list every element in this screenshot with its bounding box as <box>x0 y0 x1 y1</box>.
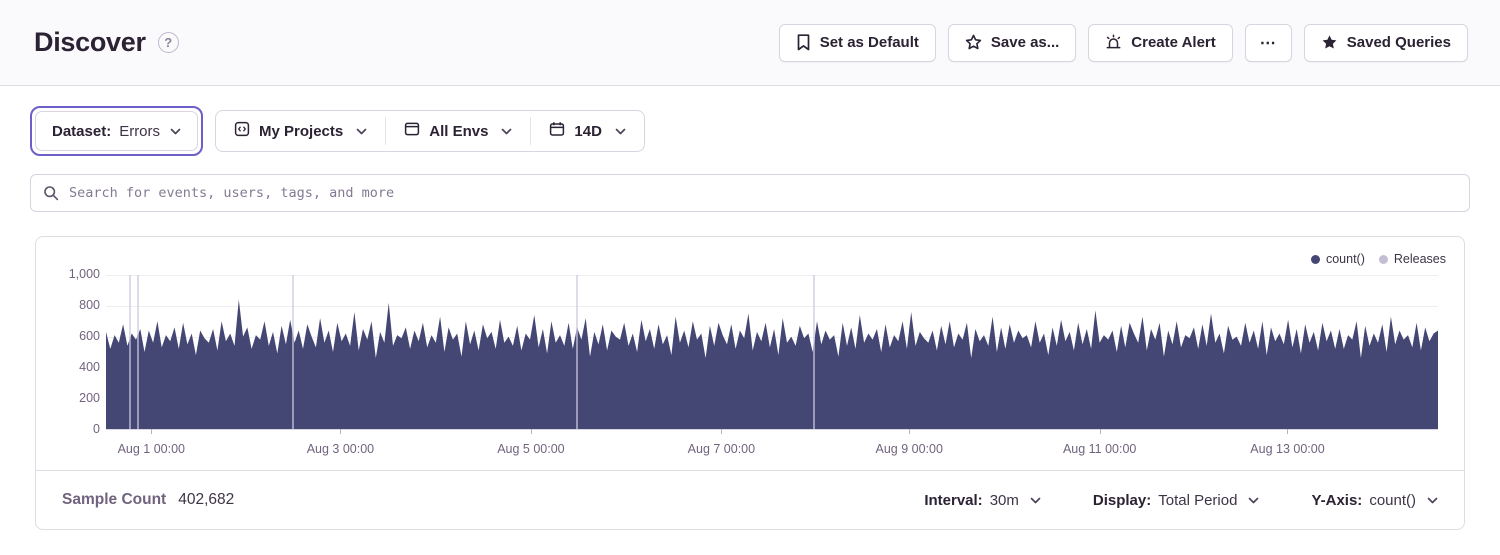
x-axis-tick <box>340 429 341 434</box>
legend-item-count[interactable]: count() <box>1311 252 1365 266</box>
project-filter-dropdown[interactable]: My Projects <box>216 111 385 151</box>
saved-queries-button[interactable]: Saved Queries <box>1304 24 1468 62</box>
search-icon <box>43 185 59 201</box>
release-marker-line[interactable] <box>137 275 139 429</box>
chart-legend: count() Releases <box>1311 252 1446 266</box>
set-as-default-button[interactable]: Set as Default <box>779 24 936 62</box>
x-tick-label: Aug 11 00:00 <box>1063 442 1136 456</box>
chevron-down-icon <box>1248 497 1259 504</box>
x-axis-tick <box>909 429 910 434</box>
chevron-down-icon <box>501 128 512 135</box>
header-toolbar: Set as Default Save as... Create Alert ⋯… <box>779 24 1468 62</box>
area-chart[interactable] <box>106 275 1438 430</box>
y-tick-label: 600 <box>36 329 100 343</box>
release-marker-line[interactable] <box>129 275 131 429</box>
x-tick-label: Aug 5 00:00 <box>497 442 564 456</box>
chart-footer: Sample Count 402,682 Interval: 30m Displ… <box>36 470 1464 529</box>
legend-item-releases[interactable]: Releases <box>1379 252 1446 266</box>
window-icon <box>404 121 420 141</box>
x-axis-labels: Aug 1 00:00 Aug 3 00:00 Aug 5 00:00 Aug 7 0… <box>106 442 1438 462</box>
y-axis-labels: 02004006008001,000 <box>36 275 100 430</box>
x-tick-label: Aug 1 00:00 <box>118 442 185 456</box>
x-tick-label: Aug 13 00:00 <box>1250 442 1324 456</box>
dataset-dropdown[interactable]: Dataset: Errors <box>35 111 198 151</box>
release-marker-line[interactable] <box>813 275 815 429</box>
chevron-down-icon <box>170 128 181 135</box>
chevron-down-icon <box>1427 497 1438 504</box>
create-alert-button[interactable]: Create Alert <box>1088 24 1232 62</box>
x-axis-tick <box>151 429 152 434</box>
save-as-button[interactable]: Save as... <box>948 24 1076 62</box>
x-axis-tick <box>531 429 532 434</box>
ellipsis-icon: ⋯ <box>1260 33 1277 53</box>
y-tick-label: 1,000 <box>36 267 100 281</box>
display-dropdown[interactable]: Display: Total Period <box>1093 492 1260 509</box>
y-tick-label: 200 <box>36 391 100 405</box>
x-axis-tick <box>1100 429 1101 434</box>
search-input[interactable] <box>69 185 1457 201</box>
x-tick-label: Aug 3 00:00 <box>307 442 374 456</box>
page-header: Discover ? Set as Default Save as... Cre… <box>0 0 1500 86</box>
interval-dropdown[interactable]: Interval: 30m <box>924 492 1041 509</box>
filter-row: Dataset: Errors My Projects All Envs 14D <box>30 106 1500 156</box>
y-tick-label: 800 <box>36 298 100 312</box>
star-filled-icon <box>1321 34 1338 51</box>
project-icon <box>234 121 250 141</box>
x-tick-label: Aug 7 00:00 <box>688 442 755 456</box>
help-icon[interactable]: ? <box>158 32 179 53</box>
y-tick-label: 400 <box>36 360 100 374</box>
chevron-down-icon <box>1030 497 1041 504</box>
chevron-down-icon <box>615 128 626 135</box>
page-filter-bar: My Projects All Envs 14D <box>215 110 645 152</box>
count-area-series <box>106 275 1438 429</box>
more-options-button[interactable]: ⋯ <box>1245 24 1292 62</box>
y-axis-dropdown[interactable]: Y-Axis: count() <box>1311 492 1438 509</box>
events-chart-panel: count() Releases 0 200 400 600 800 1,000 Aug … <box>35 236 1465 530</box>
chart-controls: Interval: 30m Display: Total Period Y-Ax… <box>924 492 1438 509</box>
releases-series-dot <box>1379 255 1388 264</box>
calendar-icon <box>549 121 565 141</box>
release-marker-line[interactable] <box>576 275 578 429</box>
page-title: Discover <box>34 27 146 58</box>
search-bar <box>30 174 1470 212</box>
environment-filter-dropdown[interactable]: All Envs <box>386 111 530 151</box>
chevron-down-icon <box>356 128 367 135</box>
x-axis-tick <box>1287 429 1288 434</box>
count-series-dot <box>1311 255 1320 264</box>
x-axis-tick <box>721 429 722 434</box>
siren-icon <box>1105 34 1122 51</box>
sample-count: Sample Count 402,682 <box>62 491 234 509</box>
dataset-focus-ring: Dataset: Errors <box>30 106 203 156</box>
bookmark-icon <box>796 34 811 51</box>
release-marker-line[interactable] <box>292 275 294 429</box>
date-range-dropdown[interactable]: 14D <box>531 111 644 151</box>
x-tick-label: Aug 9 00:00 <box>875 442 942 456</box>
y-tick-label: 0 <box>36 422 100 436</box>
star-outline-icon <box>965 34 982 51</box>
